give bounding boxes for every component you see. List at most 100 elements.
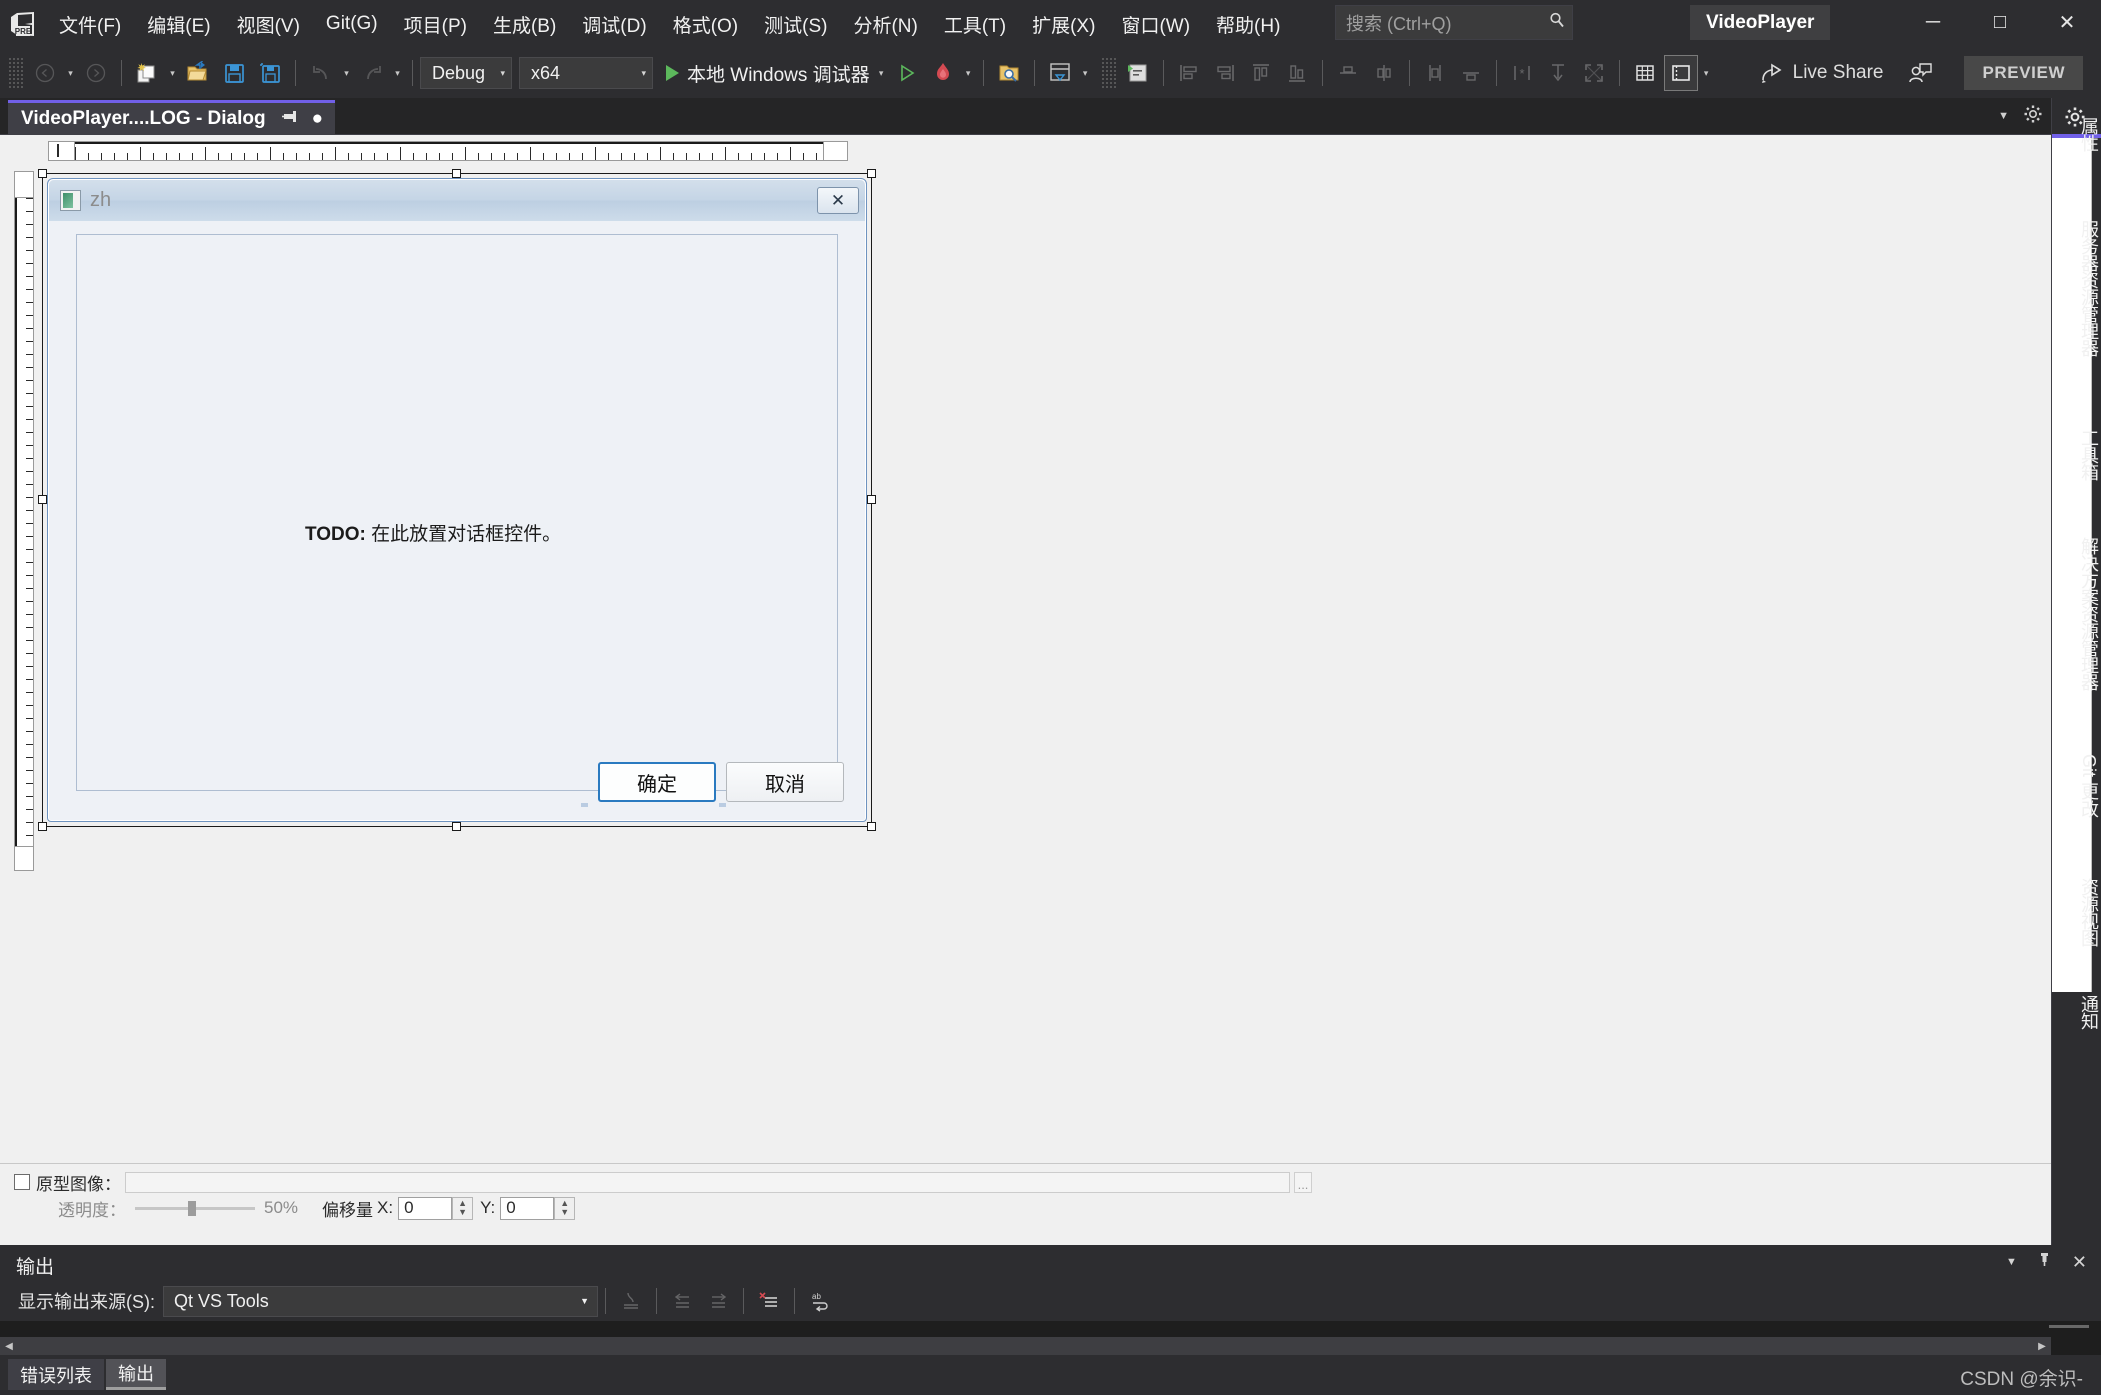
navigate-forward-icon[interactable] bbox=[79, 55, 113, 91]
window-layout-dropdown[interactable]: ▾ bbox=[1078, 55, 1093, 91]
toolbar-grip-2[interactable] bbox=[1100, 57, 1117, 89]
window-minimize-button[interactable]: ─ bbox=[1902, 0, 1964, 44]
undo-dropdown[interactable]: ▾ bbox=[339, 55, 354, 91]
designer-vertical-scrollbar[interactable] bbox=[2033, 269, 2051, 1298]
person-icon[interactable] bbox=[1903, 55, 1937, 91]
gear-icon[interactable] bbox=[2023, 104, 2043, 129]
menu-analyze[interactable]: 分析(N) bbox=[840, 0, 930, 48]
window-close-button[interactable]: ✕ bbox=[2036, 0, 2098, 44]
save-all-icon[interactable] bbox=[253, 55, 287, 91]
align-left-icon[interactable] bbox=[1172, 55, 1206, 91]
menu-format[interactable]: 格式(O) bbox=[660, 0, 751, 48]
resize-handle-middle-right[interactable] bbox=[867, 495, 876, 504]
offset-x-stepper[interactable]: ▲ ▼ bbox=[452, 1196, 474, 1220]
todo-static-text[interactable]: TODO: 在此放置对话框控件。 bbox=[305, 519, 561, 546]
scroll-right-arrow-icon[interactable]: ▶ bbox=[2033, 1337, 2051, 1355]
menu-build[interactable]: 生成(B) bbox=[480, 0, 569, 48]
resize-handle-bottom-left[interactable] bbox=[38, 822, 47, 831]
new-item-icon[interactable] bbox=[130, 55, 164, 91]
resize-handle-bottom-right[interactable] bbox=[867, 822, 876, 831]
designed-dialog[interactable]: zh ✕ TODO: 在此放置对话框控件。 确定 取消 bbox=[47, 178, 867, 822]
menu-window[interactable]: 窗口(W) bbox=[1108, 0, 1203, 48]
offset-y-stepper[interactable]: ▲ ▼ bbox=[554, 1196, 576, 1220]
menu-view[interactable]: 视图(V) bbox=[224, 0, 313, 48]
clear-all-icon[interactable] bbox=[752, 1283, 786, 1319]
start-without-debug-icon[interactable] bbox=[890, 55, 924, 91]
close-icon[interactable]: ✕ bbox=[2072, 1252, 2087, 1273]
center-horizontal-icon[interactable] bbox=[1331, 55, 1365, 91]
output-horizontal-scrollbar[interactable]: ◀ ▶ bbox=[0, 1337, 2051, 1355]
search-input[interactable]: 搜索 (Ctrl+Q) bbox=[1335, 5, 1573, 40]
menu-test[interactable]: 测试(S) bbox=[751, 0, 840, 48]
vtab-notifications[interactable]: 通知 bbox=[2052, 978, 2101, 1046]
open-file-icon[interactable] bbox=[181, 55, 215, 91]
menu-project[interactable]: 项目(P) bbox=[391, 0, 480, 48]
start-debug-dropdown[interactable]: ▾ bbox=[874, 55, 889, 91]
resize-handle-top-right[interactable] bbox=[867, 169, 876, 178]
pin-icon[interactable] bbox=[281, 108, 299, 130]
resize-handle-top-left[interactable] bbox=[38, 169, 47, 178]
resize-handle-bottom-center[interactable] bbox=[452, 822, 461, 831]
toggle-wordwrap-icon[interactable]: ab bbox=[803, 1283, 837, 1319]
dialog-close-button[interactable]: ✕ bbox=[817, 187, 859, 214]
solution-configuration-combo[interactable]: Debug ▾ bbox=[420, 57, 512, 89]
find-in-files-icon[interactable] bbox=[992, 55, 1026, 91]
output-source-combo[interactable]: Qt VS Tools ▼ bbox=[163, 1285, 598, 1317]
offset-y-input[interactable]: 0 bbox=[500, 1196, 555, 1220]
expand-icon[interactable] bbox=[1577, 55, 1611, 91]
previous-message-icon[interactable] bbox=[665, 1283, 699, 1319]
bottom-tab-error-list[interactable]: 错误列表 bbox=[8, 1359, 104, 1390]
dialog-ok-button[interactable]: 确定 bbox=[598, 762, 716, 802]
vtab-solution-explorer[interactable]: 解决方案资源管理器 bbox=[2052, 504, 2101, 722]
toolbar-grip[interactable] bbox=[8, 57, 24, 89]
menu-git[interactable]: Git(G) bbox=[313, 0, 391, 48]
menu-help[interactable]: 帮助(H) bbox=[1203, 0, 1293, 48]
document-tab-dialog[interactable]: VideoPlayer....LOG - Dialog ● bbox=[8, 100, 336, 134]
align-bottom-icon[interactable] bbox=[1280, 55, 1314, 91]
size-to-content-icon[interactable] bbox=[1541, 55, 1575, 91]
new-item-dropdown[interactable]: ▾ bbox=[165, 55, 180, 91]
slider-thumb[interactable] bbox=[188, 1201, 196, 1216]
go-to-message-icon[interactable] bbox=[614, 1283, 648, 1319]
space-down-icon[interactable] bbox=[1454, 55, 1488, 91]
start-debugging-button[interactable]: 本地 Windows 调试器 bbox=[660, 55, 874, 91]
hot-reload-dropdown[interactable]: ▾ bbox=[961, 55, 976, 91]
vtab-git-changes[interactable]: Git 更改 bbox=[2052, 726, 2101, 846]
solution-platform-combo[interactable]: x64 ▾ bbox=[519, 57, 653, 89]
vtab-toolbox[interactable]: 工具箱 bbox=[2052, 408, 2101, 500]
hot-reload-icon[interactable] bbox=[926, 55, 960, 91]
dialog-cancel-button[interactable]: 取消 bbox=[726, 762, 844, 802]
bottom-tab-output[interactable]: 输出 bbox=[106, 1359, 166, 1390]
menu-file[interactable]: 文件(F) bbox=[46, 0, 134, 48]
dialog-client-area[interactable]: TODO: 在此放置对话框控件。 bbox=[76, 234, 838, 791]
menu-tools[interactable]: 工具(T) bbox=[931, 0, 1019, 48]
scroll-left-arrow-icon[interactable]: ◀ bbox=[0, 1337, 18, 1355]
menu-debug[interactable]: 调试(D) bbox=[569, 0, 659, 48]
dialog-designer-surface[interactable]: zh ✕ TODO: 在此放置对话框控件。 确定 取消 bbox=[0, 134, 2051, 1298]
prototype-image-path-input[interactable] bbox=[125, 1171, 1290, 1193]
opacity-slider[interactable] bbox=[135, 1199, 255, 1217]
resize-handle-middle-left[interactable] bbox=[38, 495, 47, 504]
window-maximize-button[interactable]: □ bbox=[1969, 0, 2031, 44]
chevron-down-icon[interactable]: ▼ bbox=[2006, 1256, 2017, 1268]
unsaved-dot-icon[interactable]: ● bbox=[312, 108, 323, 130]
redo-dropdown[interactable]: ▾ bbox=[390, 55, 405, 91]
chevron-down-icon[interactable]: ▼ bbox=[1998, 110, 2009, 122]
space-across-icon[interactable] bbox=[1418, 55, 1452, 91]
align-top-icon[interactable] bbox=[1244, 55, 1278, 91]
vtab-server-explorer[interactable]: 服务器资源管理器 bbox=[2052, 170, 2101, 405]
prototype-image-checkbox[interactable] bbox=[14, 1174, 30, 1190]
menu-edit[interactable]: 编辑(E) bbox=[134, 0, 223, 48]
vtab-resource-view[interactable]: 资源视图 bbox=[2052, 850, 2101, 974]
live-share-button[interactable]: Live Share bbox=[1752, 55, 1892, 91]
toggle-guides-dropdown[interactable]: ▾ bbox=[1699, 55, 1714, 91]
pin-icon[interactable] bbox=[2036, 1251, 2053, 1273]
browse-button[interactable]: ... bbox=[1294, 1171, 1312, 1193]
navigate-back-icon[interactable] bbox=[28, 55, 62, 91]
same-size-icon[interactable]: * bbox=[1505, 55, 1539, 91]
navigate-back-dropdown[interactable]: ▾ bbox=[63, 55, 78, 91]
align-right-icon[interactable] bbox=[1208, 55, 1242, 91]
next-message-icon[interactable] bbox=[701, 1283, 735, 1319]
test-explorer-icon[interactable] bbox=[1121, 55, 1155, 91]
toggle-guides-icon[interactable] bbox=[1663, 55, 1698, 91]
